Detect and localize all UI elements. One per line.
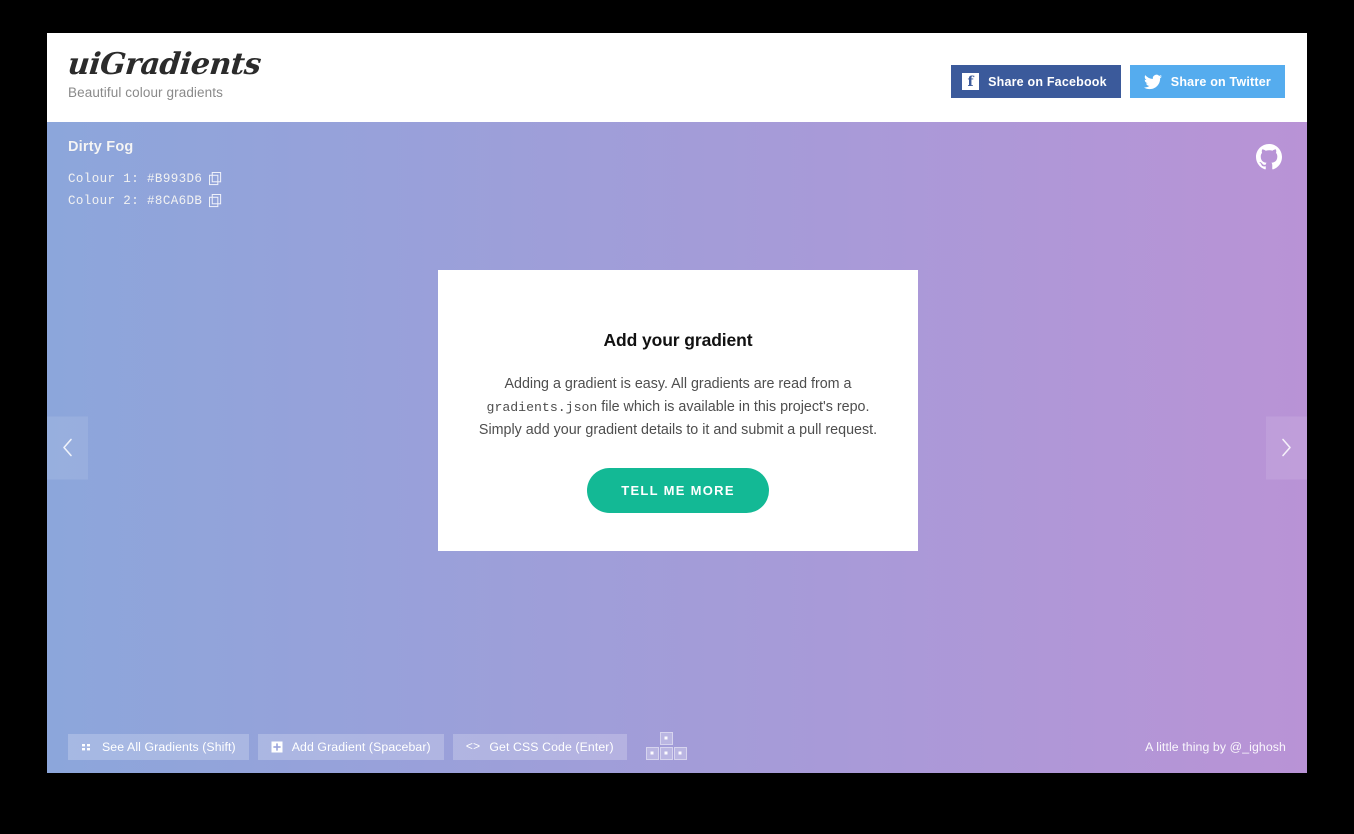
chevron-left-icon — [62, 438, 73, 458]
tell-me-more-button[interactable]: TELL ME MORE — [587, 467, 769, 513]
add-gradient-label: Add Gradient (Spacebar) — [291, 739, 431, 754]
tagline: Beautiful colour gradients — [68, 85, 223, 100]
grid-icon — [81, 741, 93, 753]
share-facebook-label: Share on Facebook — [988, 74, 1107, 89]
next-gradient-button[interactable] — [1266, 416, 1307, 479]
add-gradient-card: Add your gradient Adding a gradient is e… — [438, 270, 918, 551]
share-button-group: f Share on Facebook Share on Twitter — [951, 65, 1285, 98]
gradient-name: Dirty Fog — [68, 139, 134, 155]
chevron-right-icon — [1281, 438, 1292, 458]
arrow-key-left-icon — [645, 746, 659, 760]
gradients-json-filename: gradients.json — [486, 399, 598, 415]
share-on-facebook-button[interactable]: f Share on Facebook — [951, 65, 1121, 98]
get-css-code-button[interactable]: <> Get CSS Code (Enter) — [452, 733, 627, 760]
colour-2-label: Colour 2: #8CA6DB — [68, 194, 203, 208]
see-all-gradients-label: See All Gradients (Shift) — [102, 739, 236, 754]
copy-icon[interactable] — [209, 193, 222, 208]
get-css-code-label: Get CSS Code (Enter) — [489, 739, 614, 754]
plus-square-icon — [271, 741, 283, 753]
add-gradient-button[interactable]: Add Gradient (Spacebar) — [257, 733, 444, 760]
credit-text: A little thing by @_ighosh — [1145, 739, 1286, 754]
logo-text: uiGradients — [66, 47, 263, 82]
arrow-key-up-icon — [659, 731, 673, 745]
arrow-key-down-icon — [659, 746, 673, 760]
card-body: Adding a gradient is easy. All gradients… — [468, 373, 888, 442]
app-window: uiGradients Beautiful colour gradients f… — [47, 33, 1307, 773]
arrow-keys-hint[interactable] — [645, 731, 688, 762]
code-brackets-icon: <> — [465, 739, 481, 754]
twitter-icon — [1143, 74, 1162, 90]
gradient-info-panel: Dirty Fog Colour 1: #B993D6 Colour 2: #8… — [68, 139, 222, 212]
site-header: uiGradients Beautiful colour gradients f… — [47, 33, 1307, 122]
colour-1-label: Colour 1: #B993D6 — [68, 172, 203, 186]
copy-icon[interactable] — [209, 171, 222, 186]
card-body-part1: Adding a gradient is easy. All gradients… — [504, 376, 852, 392]
brand[interactable]: uiGradients Beautiful colour gradients — [66, 47, 263, 100]
share-twitter-label: Share on Twitter — [1170, 74, 1271, 89]
see-all-gradients-button[interactable]: See All Gradients (Shift) — [68, 733, 249, 760]
colour-1-row: Colour 1: #B993D6 — [68, 168, 222, 190]
facebook-icon: f — [962, 73, 980, 90]
previous-gradient-button[interactable] — [47, 416, 88, 479]
colour-2-row: Colour 2: #8CA6DB — [68, 190, 222, 212]
bottom-toolbar: See All Gradients (Shift) Add Gradient (… — [47, 720, 1307, 773]
gradient-stage: Dirty Fog Colour 1: #B993D6 Colour 2: #8… — [47, 122, 1307, 773]
share-on-twitter-button[interactable]: Share on Twitter — [1129, 65, 1285, 98]
arrow-key-right-icon — [673, 746, 687, 760]
card-title: Add your gradient — [603, 330, 753, 350]
github-icon[interactable] — [1256, 144, 1282, 170]
